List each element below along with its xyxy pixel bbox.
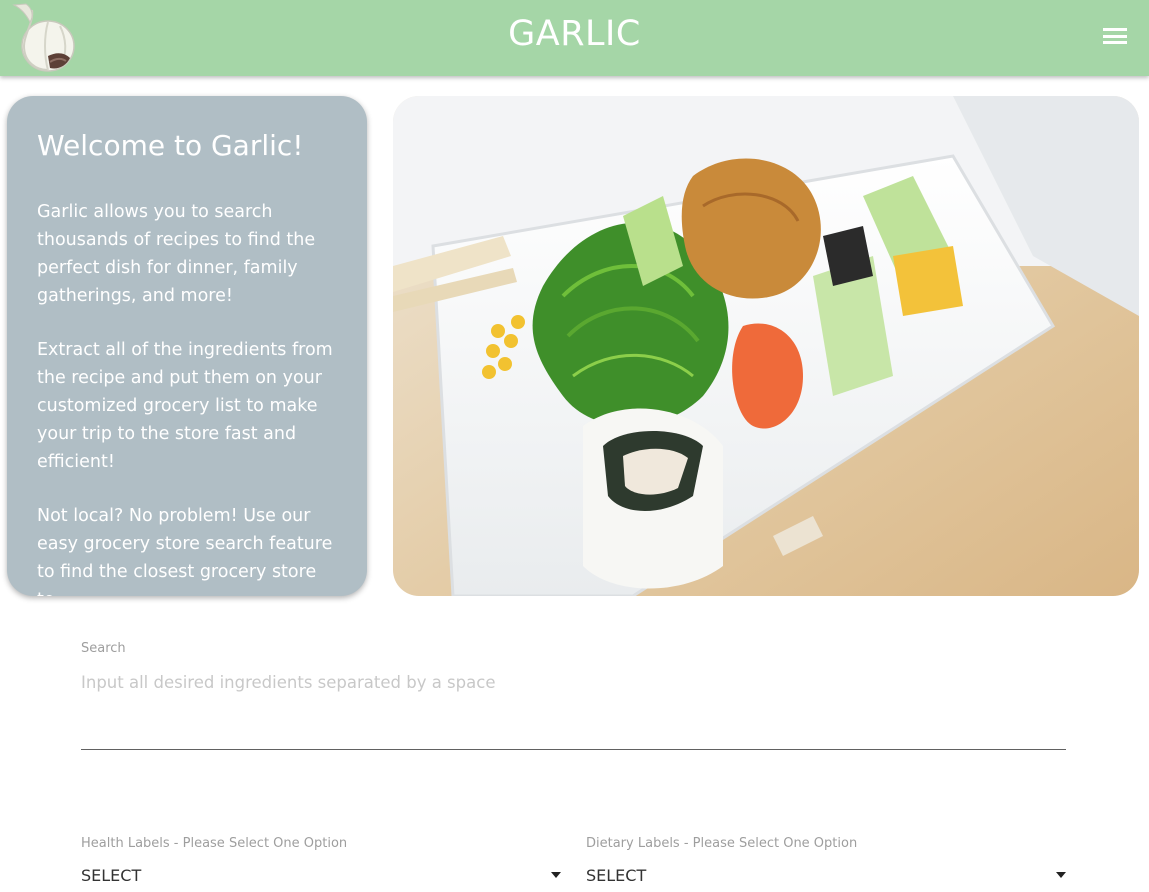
welcome-card: Welcome to Garlic! Garlic allows you to …: [7, 96, 367, 596]
hamburger-menu-icon[interactable]: [1100, 24, 1130, 48]
top-navbar: GARLIC: [0, 0, 1149, 76]
caret-down-icon: [551, 872, 561, 878]
dietary-labels-select[interactable]: SELECT: [586, 862, 1066, 892]
caret-down-icon: [1056, 872, 1066, 878]
dietary-labels-label: Dietary Labels - Please Select One Optio…: [586, 836, 858, 851]
welcome-paragraph: Not local? No problem! Use our easy groc…: [37, 506, 333, 596]
hero-food-image: [393, 96, 1139, 596]
welcome-paragraph: Garlic allows you to search thousands of…: [37, 202, 316, 306]
health-labels-select[interactable]: SELECT: [81, 862, 561, 892]
health-labels-label: Health Labels - Please Select One Option: [81, 836, 348, 851]
site-title: GARLIC: [508, 14, 641, 54]
ingredient-search-input[interactable]: [81, 664, 1066, 750]
welcome-paragraph: Extract all of the ingredients from the …: [37, 340, 333, 472]
welcome-title: Welcome to Garlic!: [37, 129, 304, 162]
search-label: Search: [81, 641, 126, 656]
